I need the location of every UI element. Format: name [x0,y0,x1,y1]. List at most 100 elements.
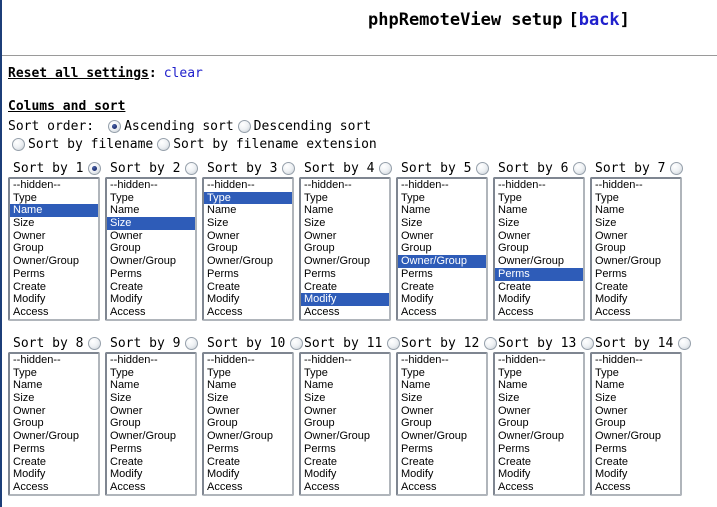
list-option[interactable]: Create [398,456,486,469]
list-option[interactable]: Type [495,192,583,205]
list-option[interactable]: Perms [592,268,680,281]
list-option[interactable]: Owner [398,405,486,418]
list-option[interactable]: Type [10,367,98,380]
list-option[interactable]: Type [301,192,389,205]
list-option[interactable]: Create [10,281,98,294]
list-option[interactable]: Type [592,192,680,205]
list-option[interactable]: Size [204,392,292,405]
list-option[interactable]: Type [204,192,292,205]
list-option[interactable]: Group [107,242,195,255]
list-option[interactable]: Type [398,192,486,205]
list-option[interactable]: Owner/Group [398,255,486,268]
list-option[interactable]: Owner/Group [10,430,98,443]
list-option[interactable]: Create [398,281,486,294]
list-option[interactable]: Name [204,379,292,392]
list-option[interactable]: Owner/Group [398,430,486,443]
list-option[interactable]: Size [398,217,486,230]
list-option[interactable]: Owner/Group [204,430,292,443]
list-option[interactable]: Group [495,242,583,255]
list-option[interactable]: Modify [592,293,680,306]
list-option[interactable]: Name [301,204,389,217]
sort-by-radio[interactable] [581,337,594,350]
list-option[interactable]: Modify [107,468,195,481]
sort-order-radio[interactable] [108,120,121,133]
sort-column-listbox[interactable]: --hidden--TypeNameSizeOwnerGroupOwner/Gr… [8,352,100,496]
list-option[interactable]: Modify [495,293,583,306]
list-option[interactable]: Perms [204,268,292,281]
list-option[interactable]: Access [10,481,98,494]
list-option[interactable]: Type [10,192,98,205]
list-option[interactable]: Owner/Group [301,430,389,443]
list-option[interactable]: Access [398,481,486,494]
list-option[interactable]: Name [495,204,583,217]
list-option[interactable]: Size [107,217,195,230]
list-option[interactable]: Owner/Group [204,255,292,268]
list-option[interactable]: Create [107,281,195,294]
list-option[interactable]: Size [107,392,195,405]
list-option[interactable]: Access [301,306,389,319]
list-option[interactable]: Name [398,379,486,392]
list-option[interactable]: Group [301,417,389,430]
list-option[interactable]: --hidden-- [107,179,195,192]
list-option[interactable]: Type [204,367,292,380]
sort-by-radio[interactable] [387,337,400,350]
list-option[interactable]: Name [592,379,680,392]
list-option[interactable]: Group [301,242,389,255]
sort-column-listbox[interactable]: --hidden--TypeNameSizeOwnerGroupOwner/Gr… [202,177,294,321]
list-option[interactable]: Owner [107,405,195,418]
list-option[interactable]: Perms [10,268,98,281]
sort-column-listbox[interactable]: --hidden--TypeNameSizeOwnerGroupOwner/Gr… [396,352,488,496]
list-option[interactable]: Owner/Group [592,430,680,443]
list-option[interactable]: Name [204,204,292,217]
sort-column-listbox[interactable]: --hidden--TypeNameSizeOwnerGroupOwner/Gr… [8,177,100,321]
list-option[interactable]: Group [398,417,486,430]
list-option[interactable]: Size [10,392,98,405]
list-option[interactable]: Modify [10,293,98,306]
sort-by-radio[interactable] [88,162,101,175]
list-option[interactable]: Modify [398,468,486,481]
list-option[interactable]: Create [592,456,680,469]
list-option[interactable]: Owner [301,230,389,243]
list-option[interactable]: --hidden-- [10,354,98,367]
list-option[interactable]: Modify [301,468,389,481]
list-option[interactable]: Access [398,306,486,319]
list-option[interactable]: Name [592,204,680,217]
list-option[interactable]: Create [107,456,195,469]
list-option[interactable]: Name [495,379,583,392]
list-option[interactable]: Modify [301,293,389,306]
list-option[interactable]: Access [495,306,583,319]
list-option[interactable]: Create [10,456,98,469]
list-option[interactable]: Owner [592,230,680,243]
list-option[interactable]: Name [107,204,195,217]
clear-link[interactable]: clear [164,66,203,81]
list-option[interactable]: Access [10,306,98,319]
list-option[interactable]: Owner/Group [592,255,680,268]
list-option[interactable]: --hidden-- [107,354,195,367]
list-option[interactable]: Owner [495,230,583,243]
list-option[interactable]: Owner [495,405,583,418]
list-option[interactable]: Access [301,481,389,494]
list-option[interactable]: Name [10,379,98,392]
sort-column-listbox[interactable]: --hidden--TypeNameSizeOwnerGroupOwner/Gr… [202,352,294,496]
list-option[interactable]: Size [592,392,680,405]
sort-column-listbox[interactable]: --hidden--TypeNameSizeOwnerGroupOwner/Gr… [396,177,488,321]
sort-by-radio[interactable] [185,337,198,350]
sort-by-radio[interactable] [484,337,497,350]
list-option[interactable]: --hidden-- [398,179,486,192]
list-option[interactable]: Size [204,217,292,230]
list-option[interactable]: Access [592,481,680,494]
list-option[interactable]: Owner [10,405,98,418]
list-option[interactable]: Owner/Group [495,255,583,268]
sort-by-radio[interactable] [185,162,198,175]
list-option[interactable]: Size [301,217,389,230]
sort-by-radio[interactable] [678,337,691,350]
list-option[interactable]: Type [107,367,195,380]
sort-by-radio[interactable] [670,162,683,175]
list-option[interactable]: Owner [204,230,292,243]
sort-by-radio[interactable] [476,162,489,175]
list-option[interactable]: Perms [107,443,195,456]
list-option[interactable]: Size [398,392,486,405]
list-option[interactable]: Owner/Group [301,255,389,268]
list-option[interactable]: --hidden-- [592,179,680,192]
list-option[interactable]: Group [495,417,583,430]
